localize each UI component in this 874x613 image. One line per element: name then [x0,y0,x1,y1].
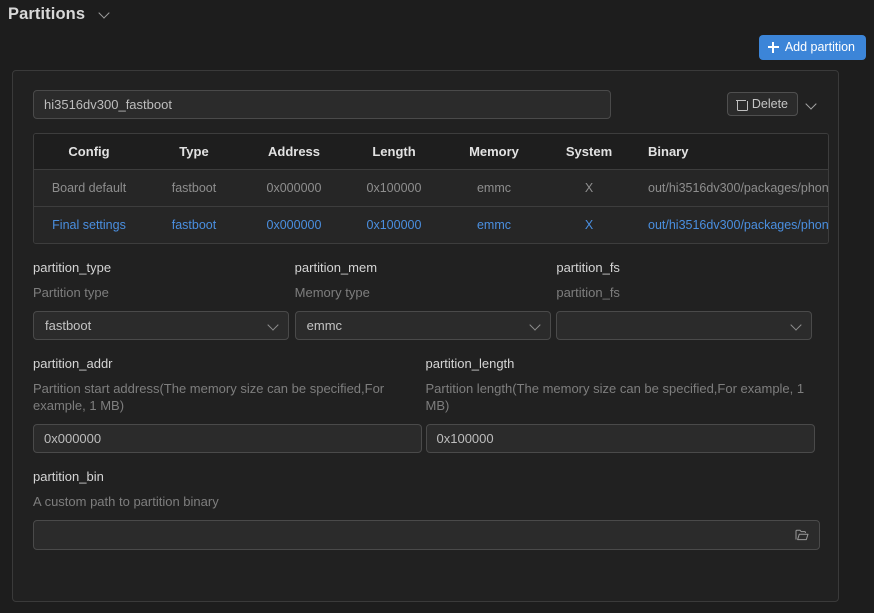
table-row[interactable]: Final settings fastboot 0x000000 0x10000… [34,206,828,243]
column-header-address: Address [244,134,344,170]
table-header-row: Config Type Address Length Memory System… [34,134,828,170]
field-partition-mem: partition_mem Memory type emmc [294,260,557,340]
field-description: A custom path to partition binary [33,494,219,509]
field-partition-length: partition_length Partition length(The me… [425,356,819,453]
field-description: partition_fs [556,285,620,300]
delete-button[interactable]: Delete [726,92,798,116]
field-partition-bin: partition_bin A custom path to partition… [33,469,820,550]
field-description: Partition start address(The memory size … [33,381,385,413]
partition-table: Config Type Address Length Memory System… [33,133,829,244]
partition-bin-input[interactable] [44,527,795,543]
field-label: partition_mem [294,260,378,275]
chevron-down-icon [267,319,280,332]
partition-mem-select[interactable]: emmc [294,311,551,340]
cell-memory: emmc [444,169,544,207]
add-partition-label: Add partition [784,40,855,54]
cell-system: X [544,169,634,207]
field-label: partition_addr [33,356,113,371]
folder-icon[interactable] [795,529,809,541]
form-row-addr-length: partition_addr Partition start address(T… [33,356,818,453]
field-label: partition_fs [556,260,620,275]
chevron-down-icon[interactable] [805,98,818,111]
column-header-type: Type [144,134,244,170]
form-row-bin: partition_bin A custom path to partition… [33,469,820,550]
row-actions: Delete [726,92,818,116]
delete-label: Delete [751,97,788,111]
partition-name-input[interactable] [33,89,611,119]
cell-address: 0x000000 [244,206,344,243]
partition-name-row: Delete [33,89,818,119]
toolbar: Add partition [0,28,874,66]
form-row-types: partition_type Partition type fastboot p… [33,260,818,340]
field-description: Memory type [294,285,370,300]
cell-memory: emmc [444,206,544,243]
column-header-memory: Memory [444,134,544,170]
partition-type-select[interactable]: fastboot [33,311,289,340]
field-label: partition_length [425,356,515,371]
field-partition-addr: partition_addr Partition start address(T… [33,356,426,453]
page-title: Partitions [8,4,86,23]
cell-type: fastboot [144,206,244,243]
trash-icon [736,99,748,111]
partition-length-input[interactable] [425,424,815,453]
cell-config: Board default [34,169,144,207]
field-label: partition_bin [33,469,104,484]
partition-fs-select[interactable] [556,311,813,340]
partition-addr-input[interactable] [33,424,422,453]
cell-binary: out/hi3516dv300/packages/phone/i [634,206,828,243]
cell-config: Final settings [34,206,144,243]
partition-form: partition_type Partition type fastboot p… [33,260,820,550]
selected-value: fastboot [45,318,92,333]
cell-system: X [544,206,634,243]
column-header-config: Config [34,134,144,170]
column-header-length: Length [344,134,444,170]
chevron-down-icon[interactable] [99,8,111,20]
partition-card: Delete Config Type Address Length Memory… [12,70,839,602]
add-partition-button[interactable]: Add partition [758,34,866,60]
plus-icon [767,41,779,53]
field-description: Partition length(The memory size can be … [425,381,805,413]
cell-binary: out/hi3516dv300/packages/phone/i [634,169,828,207]
cell-length: 0x100000 [344,169,444,207]
field-partition-type: partition_type Partition type fastboot [33,260,295,340]
field-label: partition_type [33,260,112,275]
table-row[interactable]: Board default fastboot 0x000000 0x100000… [34,169,828,207]
column-header-system: System [544,134,634,170]
cell-address: 0x000000 [244,169,344,207]
chevron-down-icon [529,319,542,332]
selected-value: emmc [306,318,343,333]
cell-length: 0x100000 [344,206,444,243]
cell-type: fastboot [144,169,244,207]
column-header-binary: Binary [634,134,828,170]
chevron-down-icon [790,319,803,332]
partition-bin-field [33,520,820,550]
page-header: Partitions [0,0,874,28]
field-description: Partition type [33,285,109,300]
field-partition-fs: partition_fs partition_fs [556,260,818,340]
